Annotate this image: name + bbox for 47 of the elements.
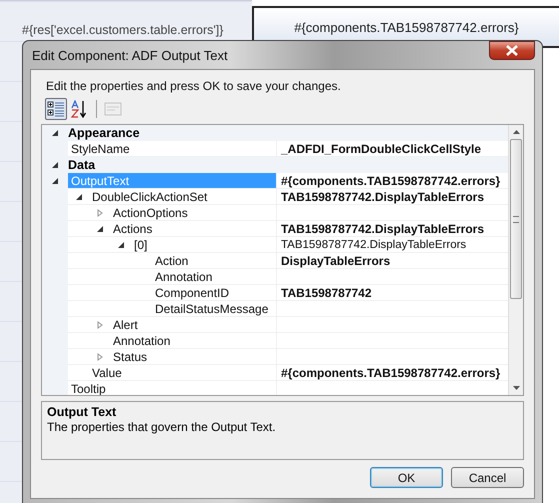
expand-icon[interactable] — [51, 129, 59, 137]
sort-icon — [71, 100, 89, 118]
property-value: _ADFDI_FormDoubleClickCellStyle — [281, 142, 482, 156]
instructions-text: Edit the properties and press OK to save your changes. — [45, 79, 342, 93]
cell-text: #{res['excel.customers.table.errors']} — [22, 23, 224, 37]
expand-icon[interactable] — [75, 192, 83, 200]
category-label[interactable]: Appearance — [68, 125, 140, 141]
property-value: TAB1598787742 — [281, 286, 372, 300]
property-name-cell[interactable]: DoubleClickActionSet — [68, 189, 277, 205]
property-value: TAB1598787742.DisplayTableErrors — [281, 222, 484, 236]
expand-icon[interactable] — [117, 240, 125, 248]
category-label[interactable]: Data — [68, 157, 96, 173]
scroll-thumb[interactable] — [510, 139, 522, 299]
property-value: #{components.TAB1598787742.errors} — [281, 174, 500, 188]
property-name-cell[interactable]: StyleName — [68, 141, 277, 157]
property-value: TAB1598787742.DisplayTableErrors — [281, 239, 466, 251]
property-name-cell[interactable]: Alert — [68, 317, 277, 333]
property-value: TAB1598787742.DisplayTableErrors — [281, 190, 484, 204]
scrollbar[interactable] — [508, 125, 523, 395]
categorized-icon — [47, 101, 65, 117]
property-name-cell[interactable]: Tooltip — [68, 381, 277, 395]
description-text: The properties that govern the Output Text. — [47, 420, 277, 434]
cancel-button[interactable]: Cancel — [451, 467, 524, 488]
window-title: Edit Component: ADF Output Text — [31, 48, 228, 62]
scroll-up-icon[interactable] — [512, 130, 520, 134]
property-name-cell[interactable]: Annotation — [68, 269, 277, 285]
close-icon — [505, 44, 519, 56]
property-value: #{components.TAB1598787742.errors} — [281, 366, 500, 380]
property-value: DisplayTableErrors — [281, 254, 390, 268]
property-name-cell[interactable]: DetailStatusMessage — [68, 301, 277, 317]
property-name-cell[interactable]: ComponentID — [68, 285, 277, 301]
description-title: Output Text — [47, 405, 118, 419]
expand-icon[interactable] — [51, 161, 59, 169]
property-name-cell[interactable]: [0] — [68, 237, 277, 253]
ok-button[interactable]: OK — [370, 467, 443, 488]
property-name-cell[interactable]: Value — [68, 365, 277, 381]
property-name-cell[interactable]: Annotation — [68, 333, 277, 349]
property-name-cell[interactable]: Status — [68, 349, 277, 365]
expand-icon[interactable] — [96, 224, 104, 232]
property-name-cell[interactable]: ActionOptions — [68, 205, 277, 221]
property-name-cell[interactable]: Action — [68, 253, 277, 269]
property-name-cell[interactable]: Actions — [68, 221, 277, 237]
property-pages-icon — [104, 101, 122, 117]
scroll-down-icon[interactable] — [512, 386, 520, 390]
expand-icon[interactable] — [51, 177, 59, 185]
categorized-button[interactable] — [45, 98, 67, 120]
close-button[interactable] — [489, 40, 535, 60]
